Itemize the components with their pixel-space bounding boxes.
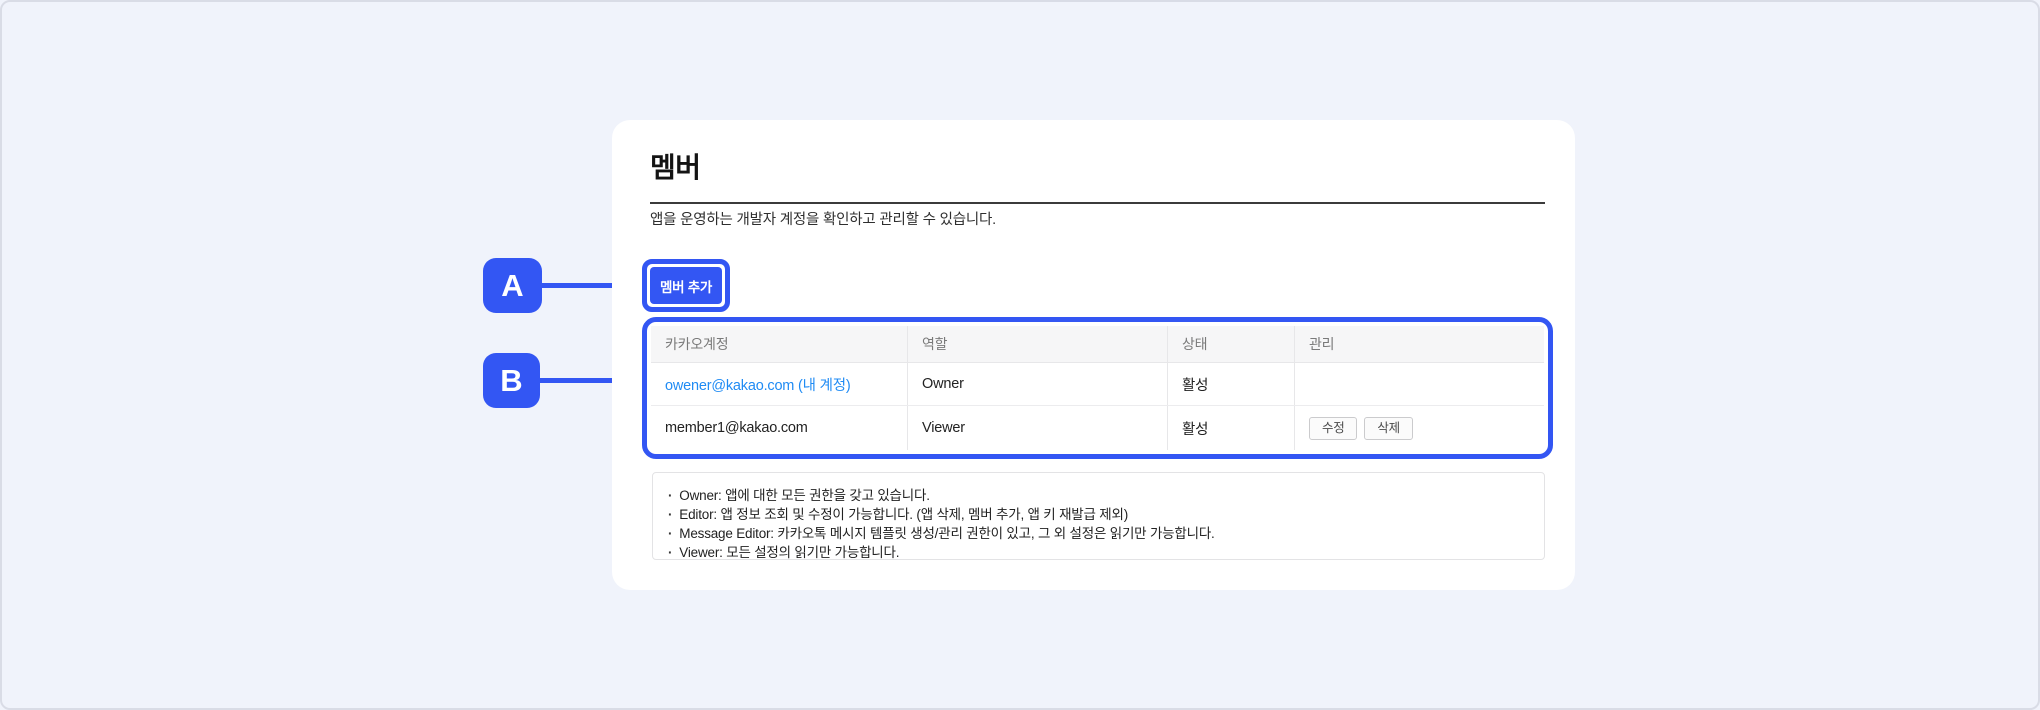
account-cell: owener@kakao.com (내 계정) — [651, 363, 907, 405]
annotation-badge-a: A — [483, 258, 542, 313]
column-header-role: 역할 — [907, 326, 1167, 362]
annotation-badge-b: B — [483, 353, 540, 408]
note-viewer: Viewer: 모든 설정의 읽기만 가능합니다. — [666, 543, 1528, 562]
manage-cell-empty — [1294, 363, 1544, 405]
add-member-button[interactable]: 멤버 추가 — [650, 267, 722, 304]
role-cell: Viewer — [907, 406, 1167, 450]
page-description: 앱을 운영하는 개발자 계정을 확인하고 관리할 수 있습니다. — [650, 210, 996, 230]
highlight-box-add-member: 멤버 추가 — [642, 259, 730, 312]
table-row: member1@kakao.com Viewer 활성 수정 삭제 — [651, 406, 1544, 450]
status-cell: 활성 — [1167, 363, 1294, 405]
highlight-box-members-table: 카카오계정 역할 상태 관리 owener@kakao.com (내 계정) O… — [642, 317, 1553, 459]
title-divider — [650, 202, 1545, 204]
page-background: { "page": { "title": "멤버", "description"… — [0, 0, 2040, 710]
account-link-owner[interactable]: owener@kakao.com (내 계정) — [665, 374, 851, 395]
delete-member-button[interactable]: 삭제 — [1364, 417, 1412, 440]
note-message-editor: Message Editor: 카카오톡 메시지 템플릿 생성/관리 권한이 있… — [666, 524, 1528, 543]
column-header-kakao-account: 카카오계정 — [651, 326, 907, 362]
role-cell: Owner — [907, 363, 1167, 405]
edit-member-button[interactable]: 수정 — [1309, 417, 1357, 440]
status-cell: 활성 — [1167, 406, 1294, 450]
account-cell: member1@kakao.com — [651, 406, 907, 450]
note-owner: Owner: 앱에 대한 모든 권한을 갖고 있습니다. — [666, 486, 1528, 505]
role-notes-box: Owner: 앱에 대한 모든 권한을 갖고 있습니다. Editor: 앱 정… — [652, 472, 1545, 560]
note-editor: Editor: 앱 정보 조회 및 수정이 가능합니다. (앱 삭제, 멤버 추… — [666, 505, 1528, 524]
members-table: 카카오계정 역할 상태 관리 owener@kakao.com (내 계정) O… — [651, 326, 1544, 450]
members-settings-card: 멤버 앱을 운영하는 개발자 계정을 확인하고 관리할 수 있습니다. 멤버 추… — [612, 120, 1575, 590]
column-header-manage: 관리 — [1294, 326, 1544, 362]
column-header-status: 상태 — [1167, 326, 1294, 362]
table-row: owener@kakao.com (내 계정) Owner 활성 — [651, 363, 1544, 406]
page-title: 멤버 — [650, 146, 701, 186]
table-header-row: 카카오계정 역할 상태 관리 — [651, 326, 1544, 363]
manage-cell: 수정 삭제 — [1294, 406, 1544, 450]
